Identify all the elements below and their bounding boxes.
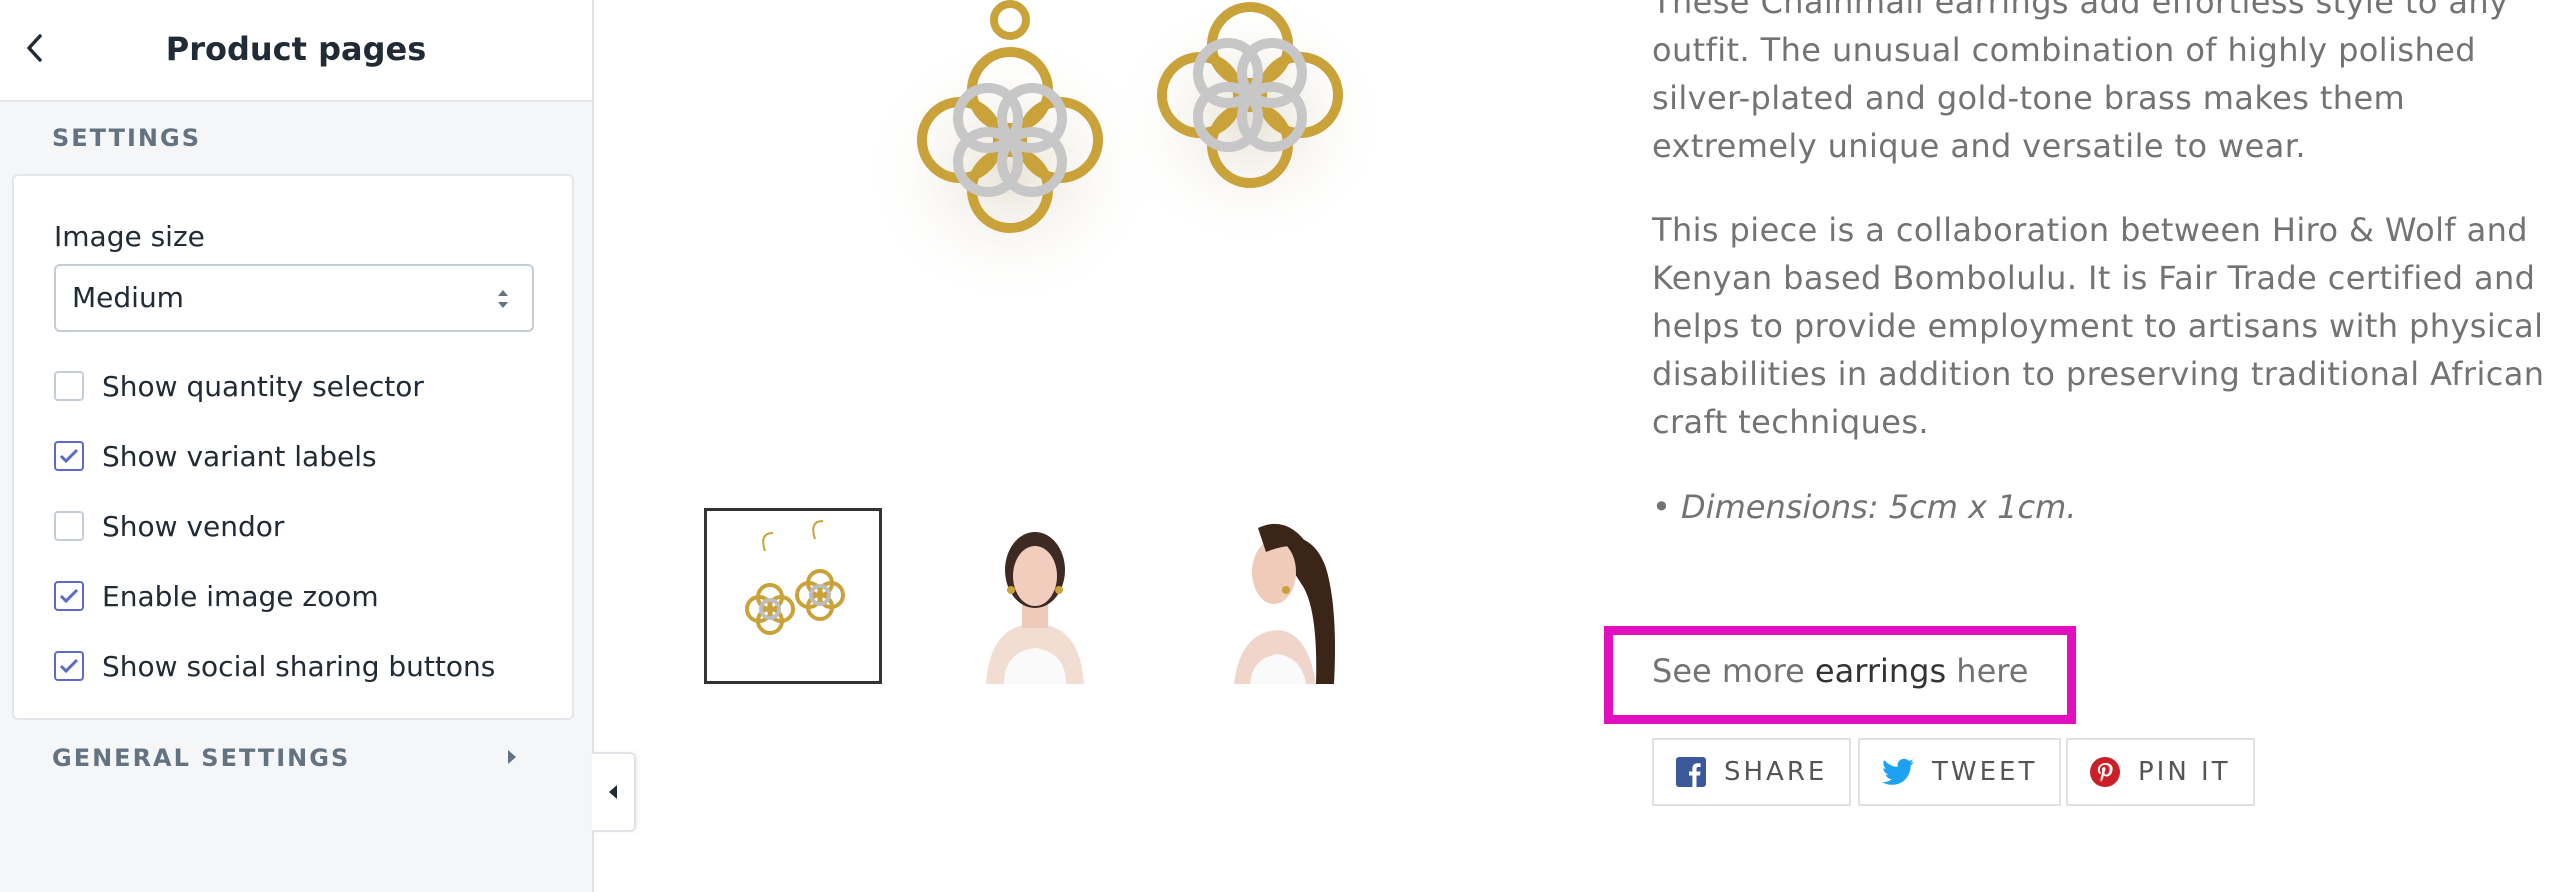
checkmark-icon <box>59 588 79 604</box>
checkbox-show-quantity-selector[interactable]: Show quantity selector <box>54 366 424 406</box>
checkmark-icon <box>59 658 79 674</box>
description-line: This piece is a collaboration between Hi… <box>1652 211 2529 249</box>
checkbox-label: Show variant labels <box>102 439 377 473</box>
facebook-icon <box>1676 757 1706 787</box>
facebook-share-label: SHARE <box>1724 757 1828 787</box>
model-front-thumbnail-image <box>946 508 1124 684</box>
theme-editor-sidebar: Product pages SETTINGS Image size Medium… <box>0 0 594 892</box>
checkbox-box[interactable] <box>54 581 84 611</box>
sidebar-header: Product pages <box>0 0 592 102</box>
twitter-tweet-label: TWEET <box>1932 757 2038 787</box>
twitter-tweet-button[interactable]: TWEET <box>1858 738 2062 806</box>
see-more-prefix: See more <box>1652 652 1805 690</box>
image-size-value: Medium <box>72 281 184 314</box>
twitter-icon <box>1882 758 1914 785</box>
description-line: craft techniques. <box>1652 403 1929 441</box>
pinterest-pin-label: PIN IT <box>2138 757 2231 787</box>
model-side-thumbnail-image <box>1188 508 1366 684</box>
see-more-text: See more earrings here <box>1652 652 2028 690</box>
checkbox-box[interactable] <box>54 371 84 401</box>
description-line: disabilities in addition to preserving t… <box>1652 355 2545 393</box>
triangle-right-icon <box>508 750 516 764</box>
description-line: These Chainmail earrings add effortless … <box>1652 0 2509 21</box>
checkbox-box[interactable] <box>54 651 84 681</box>
checkbox-show-vendor[interactable]: Show vendor <box>54 506 284 546</box>
product-thumbnail[interactable] <box>946 508 1124 684</box>
checkbox-label: Show quantity selector <box>102 369 424 403</box>
description-line: extremely unique and versatile to wear. <box>1652 127 2306 165</box>
settings-card: Image size Medium Show quantity selector… <box>12 174 574 720</box>
pinterest-pin-button[interactable]: PIN IT <box>2066 738 2255 806</box>
checkbox-label: Enable image zoom <box>102 579 379 613</box>
checkbox-show-variant-labels[interactable]: Show variant labels <box>54 436 377 476</box>
description-line: silver-plated and gold-tone brass makes … <box>1652 79 2406 117</box>
image-size-label: Image size <box>54 220 205 253</box>
product-thumbnail[interactable] <box>1188 508 1366 684</box>
see-more-earrings-link[interactable]: earrings <box>1815 652 1946 690</box>
checkbox-box[interactable] <box>54 511 84 541</box>
checkbox-show-social-sharing-buttons[interactable]: Show social sharing buttons <box>54 646 495 686</box>
description-line: helps to provide employment to artisans … <box>1652 307 2544 345</box>
back-button[interactable] <box>14 26 54 70</box>
pinterest-icon <box>2090 757 2120 787</box>
product-main-image[interactable] <box>760 0 1460 370</box>
checkmark-icon <box>59 448 79 464</box>
checkbox-box[interactable] <box>54 441 84 471</box>
image-size-select[interactable]: Medium <box>54 264 534 332</box>
page-title: Product pages <box>165 30 427 68</box>
chevron-left-icon <box>27 34 42 62</box>
product-dimensions: • Dimensions: 5cm x 1cm. <box>1652 488 2077 526</box>
select-arrows-icon <box>498 290 508 308</box>
description-line: Kenyan based Bombolulu. It is Fair Trade… <box>1652 259 2536 297</box>
description-line: outfit. The unusual combination of highl… <box>1652 31 2476 69</box>
checkbox-label: Show social sharing buttons <box>102 649 496 683</box>
product-description-paragraph-1: These Chainmail earrings add effortless … <box>1652 0 2552 170</box>
settings-heading: SETTINGS <box>52 124 201 152</box>
earrings-thumbnail-image <box>707 511 879 681</box>
facebook-share-button[interactable]: SHARE <box>1652 738 1852 806</box>
general-settings-section[interactable]: GENERAL SETTINGS <box>0 728 592 788</box>
triangle-left-icon <box>609 785 617 799</box>
product-description-paragraph-2: This piece is a collaboration between Hi… <box>1652 206 2552 446</box>
checkbox-label: Show vendor <box>102 509 285 543</box>
product-thumbnail[interactable] <box>704 508 882 684</box>
general-settings-heading: GENERAL SETTINGS <box>52 744 351 772</box>
see-more-suffix: here <box>1956 652 2029 690</box>
collapse-sidebar-button[interactable] <box>592 752 636 832</box>
checkbox-enable-image-zoom[interactable]: Enable image zoom <box>54 576 379 616</box>
